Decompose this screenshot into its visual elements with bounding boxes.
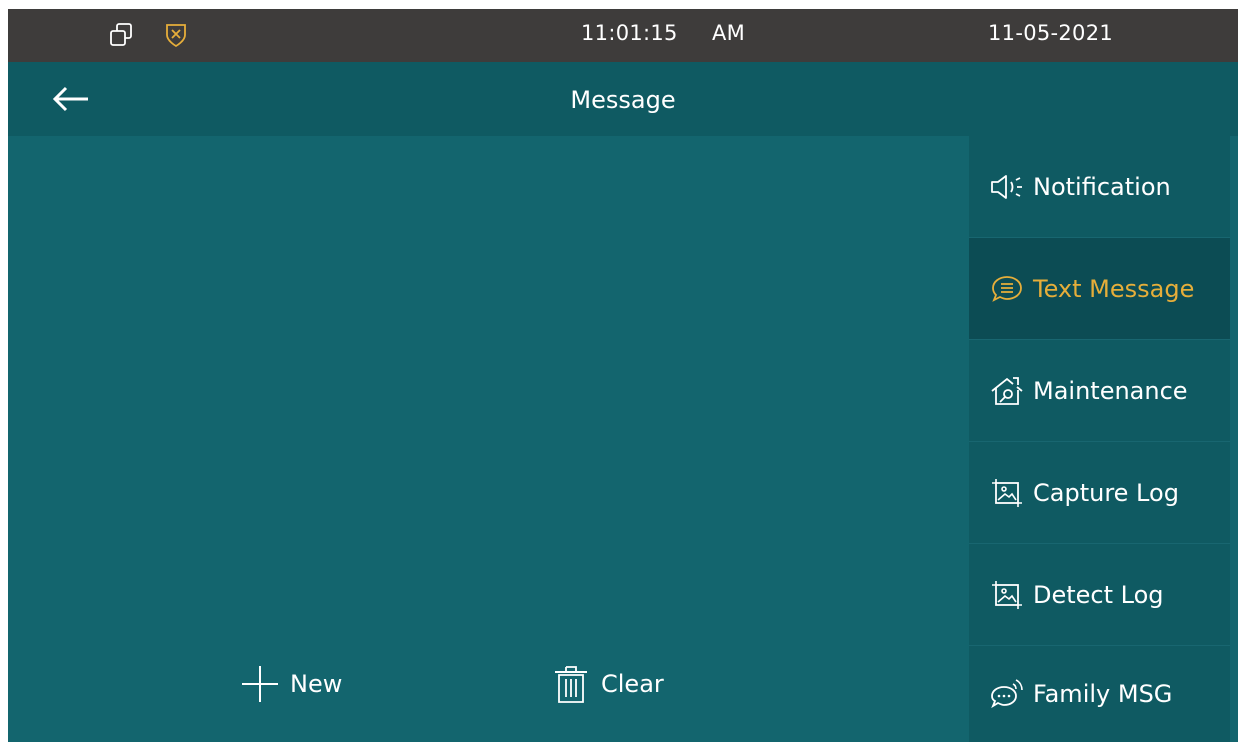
new-button-label: New <box>290 670 343 698</box>
sidebar-item-maintenance[interactable]: Maintenance <box>969 340 1230 442</box>
title-bar: Message <box>8 62 1238 136</box>
sidebar-item-label: Family MSG <box>1033 680 1173 708</box>
message-list-area: New Clear <box>8 136 969 742</box>
shield-x-icon <box>166 24 186 48</box>
new-button[interactable]: New <box>240 656 342 712</box>
clear-button[interactable]: Clear <box>551 656 664 712</box>
house-wrench-icon <box>991 376 1023 405</box>
window-restore-icon <box>110 23 132 46</box>
sidebar-item-label: Notification <box>1033 172 1171 201</box>
sidebar-item-label: Text Message <box>1033 274 1195 303</box>
message-sidebar: Notification Text Message Maintenance Ca… <box>969 136 1230 742</box>
sidebar-item-label: Capture Log <box>1033 478 1179 507</box>
clear-button-label: Clear <box>601 670 664 698</box>
sidebar-item-detect-log[interactable]: Detect Log <box>969 544 1230 646</box>
status-time: 11:01:15 <box>581 21 678 45</box>
intercom-screen: 11:01:15 AM 11-05-2021 Message New Clear… <box>8 9 1238 742</box>
sidebar-item-label: Detect Log <box>1033 580 1164 609</box>
image-frame-icon <box>992 478 1022 507</box>
status-bar: 11:01:15 AM 11-05-2021 <box>8 9 1238 62</box>
speaker-icon <box>991 174 1022 199</box>
plus-icon <box>242 666 278 702</box>
sidebar-item-notification[interactable]: Notification <box>969 136 1230 238</box>
chat-signal-icon <box>991 679 1023 709</box>
chat-bubble-icon <box>992 275 1022 302</box>
sidebar-item-capture-log[interactable]: Capture Log <box>969 442 1230 544</box>
sidebar-item-label: Maintenance <box>1033 376 1188 405</box>
sidebar-item-text-message[interactable]: Text Message <box>969 238 1230 340</box>
trash-icon <box>555 666 587 703</box>
sidebar-item-family-msg[interactable]: Family MSG <box>969 646 1230 742</box>
image-frame-icon <box>992 580 1022 609</box>
page-title: Message <box>570 86 676 114</box>
status-date: 11-05-2021 <box>988 21 1114 45</box>
status-ampm: AM <box>712 21 746 45</box>
